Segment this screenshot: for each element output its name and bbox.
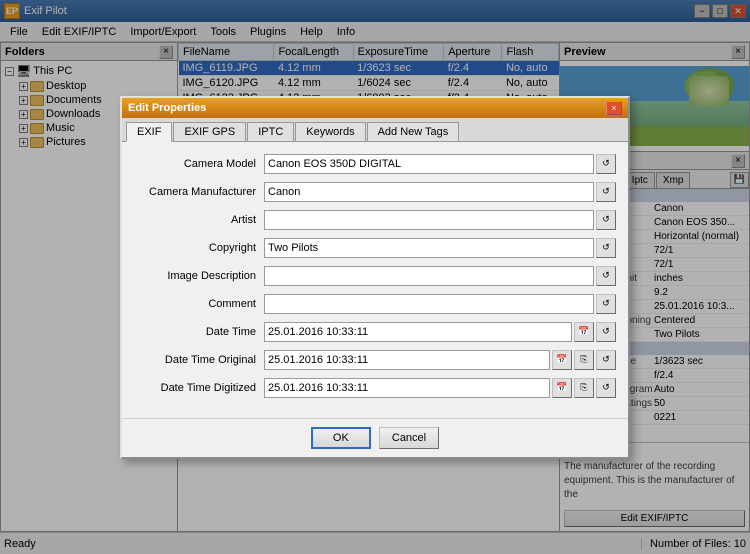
input-datetime[interactable] <box>264 322 572 342</box>
label-camera-manufacturer: Camera Manufacturer <box>134 186 264 198</box>
modal-close-button[interactable]: × <box>606 101 622 115</box>
form-row-image-description: Image Description ↺ <box>134 266 616 286</box>
input-image-description[interactable] <box>264 266 594 286</box>
input-copyright[interactable] <box>264 238 594 258</box>
input-comment[interactable] <box>264 294 594 314</box>
input-datetime-original[interactable] <box>264 350 550 370</box>
label-datetime-digitized: Date Time Digitized <box>134 382 264 394</box>
modal-title-bar: Edit Properties × <box>122 98 628 118</box>
modal-footer: OK Cancel <box>122 418 628 457</box>
reset-datetime-digitized[interactable]: ↺ <box>596 378 616 398</box>
form-row-artist: Artist ↺ <box>134 210 616 230</box>
form-row-camera-model: Camera Model ↺ <box>134 154 616 174</box>
modal-title: Edit Properties <box>128 102 206 114</box>
modal-tab-exif[interactable]: EXIF <box>126 122 172 142</box>
label-datetime: Date Time <box>134 326 264 338</box>
label-camera-model: Camera Model <box>134 158 264 170</box>
modal-tab-addnewtags[interactable]: Add New Tags <box>367 122 460 141</box>
copy-datetime-original[interactable]: ⎘ <box>574 350 594 370</box>
label-copyright: Copyright <box>134 242 264 254</box>
reset-image-description[interactable]: ↺ <box>596 266 616 286</box>
label-comment: Comment <box>134 298 264 310</box>
form-row-camera-manufacturer: Camera Manufacturer ↺ <box>134 182 616 202</box>
label-artist: Artist <box>134 214 264 226</box>
form-row-copyright: Copyright ↺ <box>134 238 616 258</box>
modal-overlay: Edit Properties × EXIF EXIF GPS IPTC Key… <box>0 0 750 554</box>
label-image-description: Image Description <box>134 270 264 282</box>
reset-copyright[interactable]: ↺ <box>596 238 616 258</box>
reset-comment[interactable]: ↺ <box>596 294 616 314</box>
input-camera-manufacturer[interactable] <box>264 182 594 202</box>
modal-cancel-button[interactable]: Cancel <box>379 427 439 449</box>
reset-camera-model[interactable]: ↺ <box>596 154 616 174</box>
modal-tab-keywords[interactable]: Keywords <box>295 122 365 141</box>
modal-form: Camera Model ↺ Camera Manufacturer ↺ Art… <box>122 142 628 418</box>
input-camera-model[interactable] <box>264 154 594 174</box>
form-row-comment: Comment ↺ <box>134 294 616 314</box>
label-datetime-original: Date Time Original <box>134 354 264 366</box>
edit-properties-modal: Edit Properties × EXIF EXIF GPS IPTC Key… <box>120 96 630 459</box>
modal-tab-exifgps[interactable]: EXIF GPS <box>173 122 246 141</box>
form-row-datetime-digitized: Date Time Digitized 📅 ⎘ ↺ <box>134 378 616 398</box>
input-artist[interactable] <box>264 210 594 230</box>
copy-datetime-digitized[interactable]: ⎘ <box>574 378 594 398</box>
reset-datetime-original[interactable]: ↺ <box>596 350 616 370</box>
modal-ok-button[interactable]: OK <box>311 427 371 449</box>
modal-tabs: EXIF EXIF GPS IPTC Keywords Add New Tags <box>122 118 628 142</box>
input-datetime-digitized[interactable] <box>264 378 550 398</box>
reset-camera-manufacturer[interactable]: ↺ <box>596 182 616 202</box>
reset-datetime[interactable]: ↺ <box>596 322 616 342</box>
calendar-datetime-original[interactable]: 📅 <box>552 350 572 370</box>
modal-tab-iptc[interactable]: IPTC <box>247 122 294 141</box>
form-row-datetime-original: Date Time Original 📅 ⎘ ↺ <box>134 350 616 370</box>
calendar-datetime[interactable]: 📅 <box>574 322 594 342</box>
calendar-datetime-digitized[interactable]: 📅 <box>552 378 572 398</box>
form-row-datetime: Date Time 📅 ↺ <box>134 322 616 342</box>
reset-artist[interactable]: ↺ <box>596 210 616 230</box>
